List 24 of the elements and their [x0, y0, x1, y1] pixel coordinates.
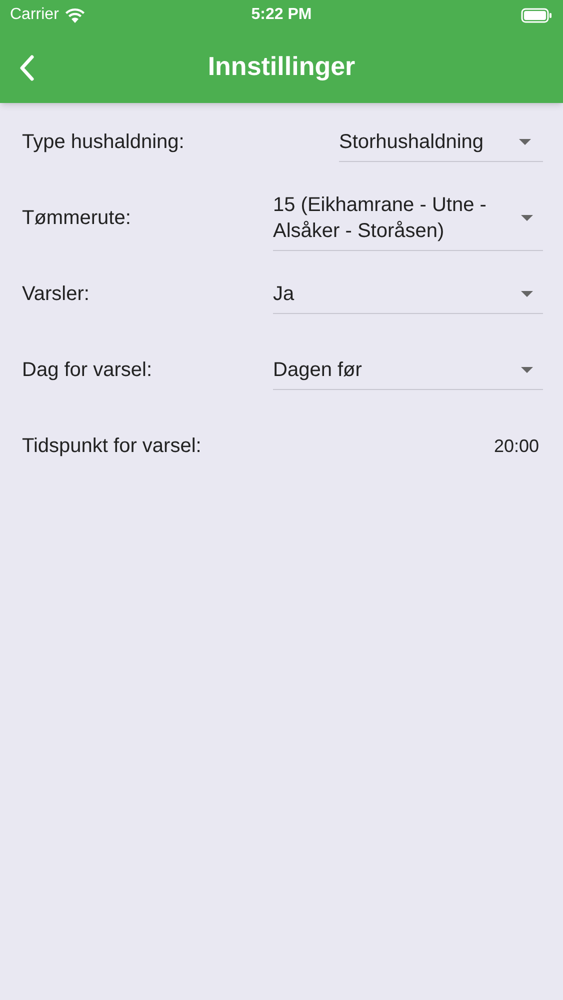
dropdown-field[interactable]: Dagen før: [273, 350, 543, 390]
setting-label: Tømmerute:: [22, 206, 131, 231]
dropdown-value: Ja: [273, 282, 296, 306]
wifi-icon: [64, 8, 85, 22]
page-title: Innstillinger: [208, 50, 356, 83]
time-value[interactable]: 20:00: [494, 432, 539, 460]
setting-label: Varsler:: [22, 282, 90, 307]
dropdown-field[interactable]: Storhushaldning: [339, 122, 543, 162]
setting-label: Dag for varsel:: [22, 358, 152, 383]
dropdown-caret-icon: [521, 214, 533, 220]
battery-icon: [521, 8, 553, 22]
dropdown-caret-icon: [521, 290, 533, 296]
back-chevron-icon: [18, 54, 36, 82]
status-time: 5:22 PM: [251, 5, 312, 25]
dropdown-value: 15 (Eikhamrane - Utne - Alsåker - Storåsen): [273, 192, 488, 244]
dropdown-field[interactable]: 15 (Eikhamrane - Utne - Alsåker - Storåsen): [273, 186, 543, 250]
setting-label: Type hushaldning:: [22, 130, 184, 155]
carrier-label: Carrier: [10, 5, 59, 25]
dropdown-field[interactable]: Ja: [273, 274, 543, 314]
dropdown-value: Storhushaldning: [339, 130, 485, 154]
setting-label: Tidspunkt for varsel:: [22, 434, 202, 459]
dropdown-caret-icon: [521, 366, 533, 372]
dropdown-caret-icon: [519, 138, 531, 144]
dropdown-value: Dagen før: [273, 358, 363, 382]
